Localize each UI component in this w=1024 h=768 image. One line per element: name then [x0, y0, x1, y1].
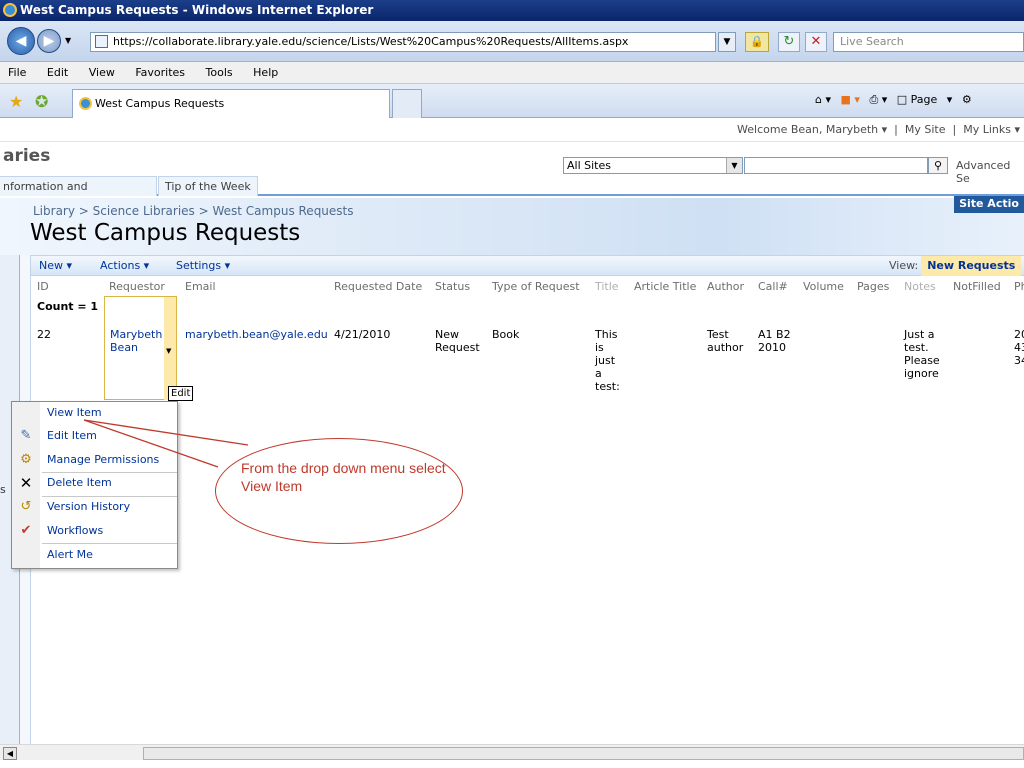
menu-file[interactable]: File [4, 66, 26, 79]
col-notes[interactable]: Notes [904, 277, 936, 297]
print-icon[interactable]: ⎙ ▾ [869, 93, 887, 106]
url-text: https://collaborate.library.yale.edu/sci… [113, 35, 629, 48]
cell-title: This is just a test: [595, 328, 620, 393]
new-tab-button[interactable] [392, 89, 422, 118]
tools-gear-icon[interactable]: ⚙ [962, 93, 972, 106]
ie-page-icon [79, 97, 92, 110]
col-ph[interactable]: Ph [1014, 277, 1024, 297]
callout-pointer-line [83, 419, 219, 468]
menu-tools[interactable]: Tools [202, 66, 233, 79]
callout-pointer-line [83, 419, 249, 446]
forward-arrow-icon[interactable]: ▶ [37, 29, 61, 53]
address-bar: ◀ ▶ ▼ https://collaborate.library.yale.e… [0, 21, 1024, 62]
col-notfilled[interactable]: NotFilled [953, 277, 1001, 297]
view-selector[interactable]: View: New Requests [889, 256, 1022, 276]
home-icon[interactable]: ⌂ ▾ [815, 93, 831, 106]
page-icon [95, 35, 108, 48]
site-actions-menu[interactable]: Site Actio [954, 196, 1024, 213]
scroll-thumb[interactable] [143, 747, 1024, 760]
favorites-star-icon[interactable]: ★ [9, 92, 23, 111]
add-favorite-icon[interactable]: ✪ [35, 92, 48, 111]
menu-bar: File Edit View Favorites Tools Help [0, 62, 1024, 84]
feeds-icon[interactable]: ■ ▾ [841, 93, 860, 106]
cell-call: A1 B2 2010 [758, 328, 791, 354]
command-bar: ⌂ ▾ ■ ▾ ⎙ ▾ □ Page ▾ ⚙ [815, 93, 978, 107]
col-pages[interactable]: Pages [857, 277, 889, 297]
my-links-menu[interactable]: My Links [963, 123, 1011, 136]
lock-icon[interactable]: 🔒 [745, 32, 769, 52]
url-field[interactable]: https://collaborate.library.yale.edu/sci… [90, 32, 716, 52]
col-call[interactable]: Call# [758, 277, 788, 297]
live-search-input[interactable]: Live Search [833, 32, 1024, 52]
cell-notes: Just a test. Please ignore [904, 328, 940, 380]
history-dropdown-icon[interactable]: ▼ [65, 36, 71, 45]
ie-logo-icon [3, 3, 17, 17]
page-menu-label: Page [910, 93, 938, 106]
sharepoint-page: Welcome Bean, Marybeth ▾ | My Site | My … [0, 118, 1024, 768]
col-article-title[interactable]: Article Title [634, 277, 696, 297]
window-title-bar: West Campus Requests - Windows Internet … [0, 0, 1024, 21]
back-arrow-icon[interactable]: ◀ [7, 27, 35, 55]
view-label: View: [889, 259, 919, 272]
tab-title: West Campus Requests [95, 97, 225, 110]
cell-author: Test author [707, 328, 744, 354]
chevron-down-icon[interactable]: ▼ [726, 158, 742, 173]
site-search-input[interactable] [744, 157, 928, 174]
window-title: West Campus Requests - Windows Internet … [20, 3, 374, 17]
horizontal-scrollbar[interactable]: ◀ [0, 744, 1024, 760]
url-dropdown-icon[interactable]: ▼ [718, 32, 736, 52]
search-scope-select[interactable]: All Sites ▼ [563, 157, 743, 174]
tab-west-campus-requests[interactable]: West Campus Requests [72, 89, 390, 118]
callout-pointer [83, 419, 249, 468]
search-scope-value: All Sites [567, 159, 611, 172]
menu-view[interactable]: View [85, 66, 115, 79]
col-title[interactable]: Title [595, 277, 619, 297]
tab-bar: ★ ✪ West Campus Requests ⌂ ▾ ■ ▾ ⎙ ▾ □ P… [0, 84, 1024, 118]
my-site-link[interactable]: My Site [905, 123, 946, 136]
col-author[interactable]: Author [707, 277, 744, 297]
view-value[interactable]: New Requests [921, 256, 1022, 276]
col-type-of-request[interactable]: Type of Request [492, 277, 580, 297]
menu-edit[interactable]: Edit [43, 66, 68, 79]
stop-icon[interactable]: ✕ [805, 32, 827, 52]
cell-ph: 20 43 34 [1014, 328, 1024, 367]
page-menu[interactable]: □ Page ▾ [897, 93, 953, 106]
search-icon[interactable]: ⚲ [928, 157, 948, 174]
menu-favorites[interactable]: Favorites [131, 66, 185, 79]
menu-help[interactable]: Help [249, 66, 278, 79]
scroll-left-icon[interactable]: ◀ [3, 747, 17, 760]
refresh-icon[interactable]: ↻ [778, 32, 800, 52]
cell-type: Book [492, 328, 520, 341]
col-volume[interactable]: Volume [803, 277, 844, 297]
welcome-menu[interactable]: Welcome Bean, Marybeth [737, 123, 878, 136]
